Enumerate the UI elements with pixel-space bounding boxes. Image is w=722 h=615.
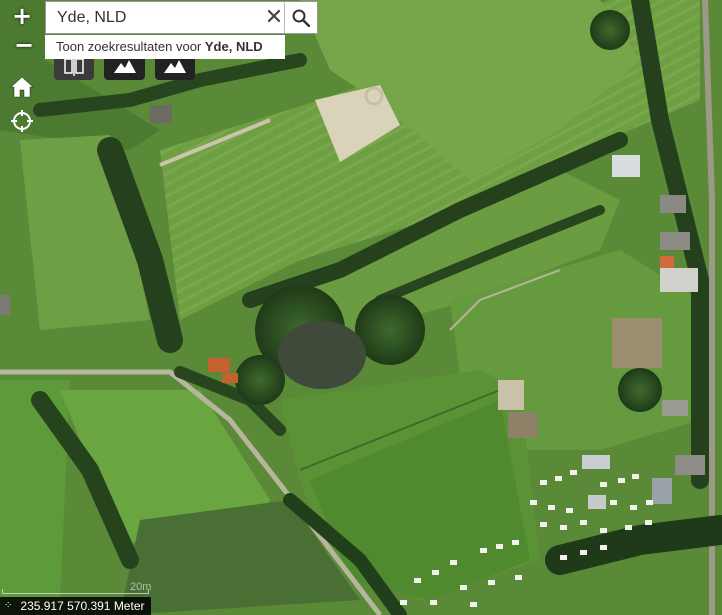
close-icon: ✕ [264, 5, 284, 30]
suggestion-prefix: Toon zoekresultaten voor [56, 39, 205, 54]
mountain-icon [113, 60, 136, 73]
scale-bar [2, 589, 149, 594]
crosshair-small-icon: ⁘ [4, 600, 13, 611]
farm-building [660, 232, 690, 250]
mountain-icon [164, 60, 186, 73]
scale-label: 20m [130, 581, 152, 593]
farm-building [208, 358, 230, 372]
home-button[interactable] [9, 76, 35, 98]
suggestion-term: Yde, NLD [204, 39, 263, 54]
farm-building [675, 455, 705, 475]
swipe-compare-icon [64, 56, 84, 76]
tree-cluster [235, 355, 285, 405]
search-icon [292, 9, 310, 27]
search-button[interactable] [284, 2, 317, 33]
farm-building [150, 105, 172, 123]
farm-building [662, 400, 688, 416]
search-box: ✕ [45, 1, 318, 34]
search-input[interactable] [46, 2, 281, 33]
coordinate-text: 235.917 570.391 Meter [20, 599, 145, 613]
locate-button[interactable] [10, 109, 34, 133]
zoom-in-button[interactable]: + [12, 3, 32, 29]
zoom-out-button[interactable]: − [14, 33, 34, 57]
tree-cluster [618, 368, 662, 412]
farm-building [660, 256, 674, 268]
sand-patch [498, 380, 524, 410]
farm-building [582, 455, 610, 469]
farm-building [0, 295, 10, 315]
farm-building [222, 373, 238, 383]
farm-building [588, 495, 606, 509]
search-suggestion[interactable]: Toon zoekresultaten voor Yde, NLD [45, 35, 285, 59]
farm-building [660, 195, 686, 213]
farm-building [652, 478, 672, 504]
locate-crosshair-icon [11, 110, 33, 132]
farm-building [612, 155, 640, 177]
tree-cluster [590, 10, 630, 50]
sand-patch [508, 412, 538, 438]
sand-patch [660, 268, 698, 292]
coordinate-readout[interactable]: ⁘ 235.917 570.391 Meter [0, 597, 151, 615]
satellite-map[interactable] [0, 0, 722, 615]
sand-patch [612, 318, 662, 368]
pond [278, 321, 366, 389]
home-icon [9, 76, 35, 98]
